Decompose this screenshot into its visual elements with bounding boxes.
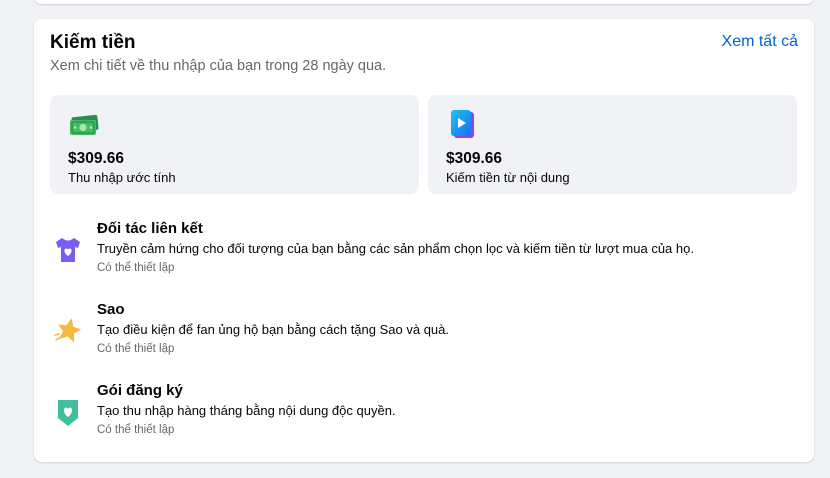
estimated-earnings-card[interactable]: $309.66 Thu nhập ước tính	[50, 95, 419, 194]
see-all-link[interactable]: Xem tất cả	[722, 33, 798, 51]
stat-value: $309.66	[446, 150, 503, 167]
feature-description: Truyền cảm hứng cho đối tượng của bạn bằ…	[97, 241, 694, 256]
stat-label: Thu nhập ước tính	[68, 170, 176, 185]
feature-subscriptions[interactable]: Gói đăng ký Tạo thu nhập hàng tháng bằng…	[50, 382, 790, 442]
feature-title: Gói đăng ký	[97, 382, 183, 399]
content-monetization-card[interactable]: $309.66 Kiếm tiền từ nội dung	[428, 95, 797, 194]
stat-value: $309.66	[68, 150, 125, 167]
card-subtitle: Xem chi tiết về thu nhập của bạn trong 2…	[50, 58, 387, 74]
video-play-icon	[446, 109, 478, 141]
monetization-card: Kiếm tiền Xem chi tiết về thu nhập của b…	[34, 19, 814, 462]
stat-label: Kiếm tiền từ nội dung	[446, 170, 570, 185]
feature-status: Có thể thiết lập	[97, 424, 175, 436]
money-icon	[68, 109, 100, 141]
card-title: Kiếm tiền	[50, 32, 136, 53]
previous-card	[34, 0, 814, 4]
feature-stars[interactable]: Sao Tạo điều kiện để fan ủng hộ bạn bằng…	[50, 301, 790, 361]
star-icon	[52, 315, 84, 347]
feature-title: Đối tác liên kết	[97, 220, 203, 237]
shirt-heart-icon	[52, 234, 84, 266]
heart-shield-icon	[52, 396, 84, 428]
feature-title: Sao	[97, 301, 125, 318]
feature-status: Có thể thiết lập	[97, 343, 175, 355]
feature-status: Có thể thiết lập	[97, 262, 175, 274]
feature-description: Tạo điều kiện để fan ủng hộ bạn bằng các…	[97, 322, 449, 337]
feature-affiliate-partner[interactable]: Đối tác liên kết Truyền cảm hứng cho đối…	[50, 220, 790, 280]
feature-description: Tạo thu nhập hàng tháng bằng nội dung độ…	[97, 403, 396, 418]
